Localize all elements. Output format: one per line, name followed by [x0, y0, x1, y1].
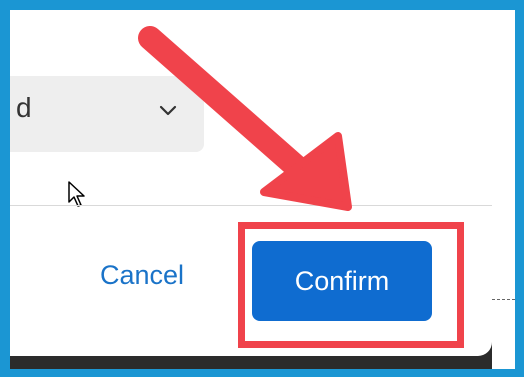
screenshot-frame: d Cancel Confirm — [10, 10, 515, 369]
chevron-down-icon — [159, 105, 177, 116]
dropdown-value: d — [16, 92, 32, 123]
dropdown-select[interactable]: d — [10, 76, 204, 152]
background-panel — [492, 10, 515, 369]
footer-divider — [10, 205, 492, 206]
confirm-button[interactable]: Confirm — [252, 241, 432, 321]
cancel-button[interactable]: Cancel — [100, 260, 184, 291]
dashed-line — [492, 299, 515, 300]
confirm-dialog: d Cancel Confirm — [10, 10, 492, 356]
